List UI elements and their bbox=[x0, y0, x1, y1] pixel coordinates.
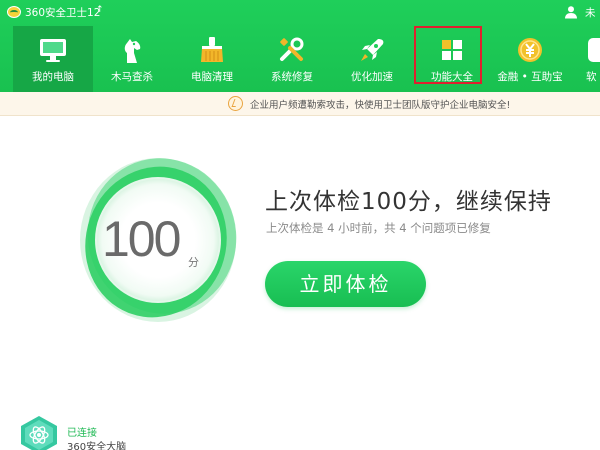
tab-feature-center[interactable]: 功能大全 bbox=[412, 26, 492, 92]
status-detail: 上次体检是 4 小时前，共 4 个问题项已修复 bbox=[266, 221, 491, 235]
broom-icon bbox=[201, 37, 223, 62]
tab-trojan-scan[interactable]: 木马查杀 bbox=[92, 26, 172, 92]
horse-icon bbox=[124, 39, 141, 63]
tab-system-repair[interactable]: 系统修复 bbox=[252, 26, 332, 92]
tab-software[interactable]: 软 bbox=[570, 26, 600, 92]
user-icon[interactable] bbox=[564, 5, 578, 19]
tab-label: 功能大全 bbox=[431, 71, 473, 83]
tab-my-computer[interactable]: 我的电脑 bbox=[13, 26, 93, 92]
scan-now-button[interactable]: 立即体检 bbox=[265, 261, 426, 307]
tab-label: 电脑清理 bbox=[191, 71, 233, 83]
tab-label: 系统修复 bbox=[271, 71, 313, 83]
status-headline: 上次体检100分，继续保持 bbox=[265, 189, 552, 215]
shield-alert-icon bbox=[228, 96, 243, 111]
tab-cleanup[interactable]: 电脑清理 bbox=[172, 26, 252, 92]
tab-label: 我的电脑 bbox=[32, 71, 74, 83]
notice-text[interactable]: 企业用户频遭勒索攻击，快使用卫士团队版守护企业电脑安全! bbox=[250, 97, 510, 111]
monitor-icon bbox=[40, 39, 66, 62]
rocket-icon bbox=[361, 39, 384, 61]
score-value: 100 bbox=[102, 211, 181, 267]
tab-label: 金融 • 互助宝 bbox=[497, 71, 563, 83]
grid-icon bbox=[442, 40, 462, 60]
notice-bar[interactable]: 企业用户频遭勒索攻击，快使用卫士团队版守护企业电脑安全! bbox=[0, 92, 600, 116]
coin-icon bbox=[518, 38, 542, 62]
score-unit: 分 bbox=[188, 256, 199, 269]
security-brain-icon[interactable] bbox=[17, 414, 61, 450]
app-logo-icon bbox=[7, 6, 21, 18]
tab-label: 软 bbox=[586, 71, 597, 83]
brain-connection-status: 已连接 bbox=[67, 428, 97, 439]
brain-name[interactable]: 360安全大脑 bbox=[67, 438, 126, 450]
top-header: 360安全卫士12 ↑ 未 我的电脑 木马查杀 电脑清理 系统修复 优化加速 功… bbox=[0, 0, 600, 92]
update-arrow-icon[interactable]: ↑ bbox=[96, 5, 104, 15]
tab-label: 木马查杀 bbox=[111, 71, 153, 83]
software-icon bbox=[588, 38, 600, 62]
tab-label: 优化加速 bbox=[351, 71, 393, 83]
tab-speed-up[interactable]: 优化加速 bbox=[332, 26, 412, 92]
main-tab-bar: 我的电脑 木马查杀 电脑清理 系统修复 优化加速 功能大全 金融 • 互助宝 软 bbox=[0, 26, 600, 92]
user-login-label[interactable]: 未 bbox=[585, 5, 596, 20]
title-bar: 360安全卫士12 ↑ 未 bbox=[0, 0, 600, 26]
app-title: 360安全卫士12 bbox=[25, 7, 101, 19]
tools-icon bbox=[280, 37, 304, 61]
tab-finance[interactable]: 金融 • 互助宝 bbox=[490, 26, 570, 92]
